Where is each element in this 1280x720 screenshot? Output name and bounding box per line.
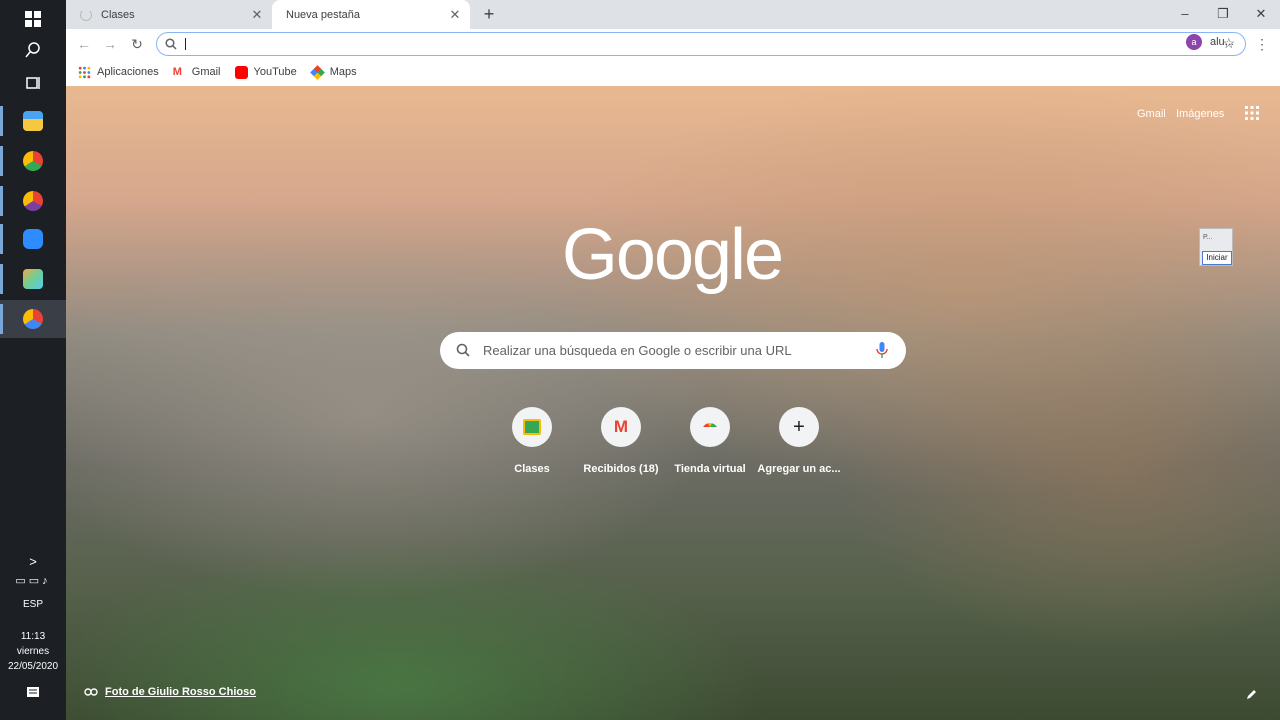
taskbar-chrome-3[interactable]: [0, 300, 66, 338]
task-view-button[interactable]: [0, 64, 66, 102]
browser-window: Clases ✕ Nueva pestaña ✕ + – ❐ ✕ ← → ↻ ☆…: [66, 0, 1280, 86]
gmail-icon: M: [613, 417, 629, 436]
profile-button[interactable]: a alu...: [1186, 34, 1234, 50]
minimize-button[interactable]: –: [1176, 5, 1194, 23]
gmail-icon: M: [172, 65, 182, 78]
classroom-icon: [523, 419, 541, 435]
taskbar-app[interactable]: [0, 260, 66, 298]
new-tab-page: Gmail Imágenes Google Realizar una búsqu…: [66, 86, 1280, 720]
new-tab-button[interactable]: +: [480, 5, 498, 23]
chrome-icon: [23, 151, 43, 171]
profile-name: alu...: [1210, 36, 1234, 48]
shortcut-tile: [512, 407, 552, 447]
bookmark-aplicaciones[interactable]: Aplicaciones: [78, 66, 159, 79]
chrome-profile-icon: [23, 191, 43, 211]
browser-toolbar: ← → ↻ ☆ a alu... ⋮: [66, 29, 1280, 58]
chrome-web-store-icon: [702, 423, 718, 431]
customize-pencil-icon[interactable]: [1246, 688, 1258, 700]
menu-kebab-icon[interactable]: ⋮: [1252, 34, 1272, 54]
windows-logo-icon: [25, 11, 41, 27]
shortcut-label: Recibidos (18): [583, 463, 659, 475]
close-tab-icon[interactable]: ✕: [250, 8, 264, 22]
zoom-icon: [23, 229, 43, 249]
search-icon: [25, 42, 40, 58]
taskbar-file-explorer[interactable]: [0, 102, 66, 140]
bookmark-label: Maps: [329, 66, 357, 78]
volume-icon[interactable]: ♪: [42, 575, 51, 587]
extension-popup-title: P...: [1203, 234, 1213, 241]
back-button[interactable]: ←: [74, 34, 94, 54]
iniciar-button[interactable]: Iniciar: [1202, 251, 1232, 265]
notification-icon: [27, 687, 39, 697]
shortcut-clases[interactable]: Clases: [487, 407, 577, 475]
bookmark-gmail[interactable]: M Gmail: [173, 66, 221, 79]
link-icon: [84, 688, 98, 696]
shortcut-recibidos[interactable]: M Recibidos (18): [576, 407, 666, 475]
shortcut-tienda-virtual[interactable]: Tienda virtual: [665, 407, 755, 475]
bookmark-label: Gmail: [191, 66, 221, 78]
tab-label: Nueva pestaña: [286, 8, 360, 21]
taskbar-zoom[interactable]: [0, 220, 66, 258]
clock-date[interactable]: 22/05/2020: [0, 661, 66, 672]
youtube-icon: [234, 65, 248, 79]
bookmark-label: YouTube: [253, 66, 297, 78]
images-link[interactable]: Imágenes: [1176, 108, 1224, 120]
file-explorer-icon: [23, 111, 43, 131]
ntp-search-box[interactable]: Realizar una búsqueda en Google o escrib…: [440, 332, 906, 369]
loading-spinner-icon: [80, 8, 92, 21]
close-window-button[interactable]: ✕: [1252, 5, 1270, 23]
taskbar-chrome-2[interactable]: [0, 182, 66, 220]
search-icon: [165, 38, 177, 50]
extension-popup: P... Iniciar: [1199, 228, 1233, 266]
photo-attribution[interactable]: Foto de Giulio Rosso Chioso: [84, 686, 256, 698]
shortcut-label: Tienda virtual: [674, 463, 746, 475]
omnibox-input[interactable]: [183, 35, 1143, 53]
avatar: a: [1186, 34, 1202, 50]
tab-strip: Clases ✕ Nueva pestaña ✕ + – ❐ ✕: [66, 0, 1280, 29]
windows-taskbar: > ▭▭♪ ESP 11:13 viernes 22/05/2020: [0, 0, 66, 720]
apps-grid-icon: [78, 66, 91, 78]
attribution-text: Foto de Giulio Rosso Chioso: [105, 686, 256, 698]
clock-time[interactable]: 11:13: [0, 631, 66, 642]
tab-nueva-pestana[interactable]: Nueva pestaña ✕: [272, 0, 470, 29]
app-icon: [23, 269, 43, 289]
tab-clases[interactable]: Clases ✕: [66, 0, 272, 29]
maps-icon: [309, 64, 325, 80]
tab-label: Clases: [101, 8, 135, 21]
shortcut-agregar[interactable]: + Agregar un ac...: [754, 407, 844, 475]
bookmark-youtube[interactable]: YouTube: [234, 65, 297, 79]
search-placeholder: Realizar una búsqueda en Google o escrib…: [483, 343, 792, 358]
notification-center-button[interactable]: [0, 686, 66, 703]
bookmarks-bar: Aplicaciones M Gmail YouTube Maps: [66, 58, 1280, 86]
task-view-icon: [26, 77, 40, 89]
shortcut-label: Agregar un ac...: [757, 463, 841, 475]
taskbar-chrome-1[interactable]: [0, 142, 66, 180]
microphone-icon[interactable]: [876, 342, 888, 358]
shortcut-label: Clases: [514, 463, 550, 475]
battery-icon[interactable]: ▭: [15, 575, 28, 587]
shortcut-tile: [690, 407, 730, 447]
network-icon[interactable]: ▭: [29, 575, 42, 587]
close-tab-icon[interactable]: ✕: [448, 8, 462, 22]
shortcut-tile: +: [779, 407, 819, 447]
google-apps-icon[interactable]: [1245, 106, 1259, 120]
reload-button[interactable]: ↻: [127, 34, 147, 54]
bookmark-maps[interactable]: Maps: [309, 64, 357, 80]
google-logo: Google: [561, 215, 784, 295]
tray-expand-icon[interactable]: >: [0, 554, 66, 569]
bookmark-label: Aplicaciones: [97, 66, 159, 78]
add-icon: +: [793, 415, 805, 438]
omnibox[interactable]: ☆: [156, 32, 1246, 56]
search-icon: [456, 343, 470, 357]
chrome-active-icon: [23, 309, 43, 329]
forward-button[interactable]: →: [100, 34, 120, 54]
tray-icons[interactable]: ▭▭♪: [0, 574, 66, 587]
gmail-link[interactable]: Gmail: [1137, 108, 1166, 120]
language-indicator[interactable]: ESP: [0, 599, 66, 610]
shortcut-tile: M: [601, 407, 641, 447]
clock-day[interactable]: viernes: [0, 646, 66, 657]
restore-button[interactable]: ❐: [1214, 5, 1232, 23]
